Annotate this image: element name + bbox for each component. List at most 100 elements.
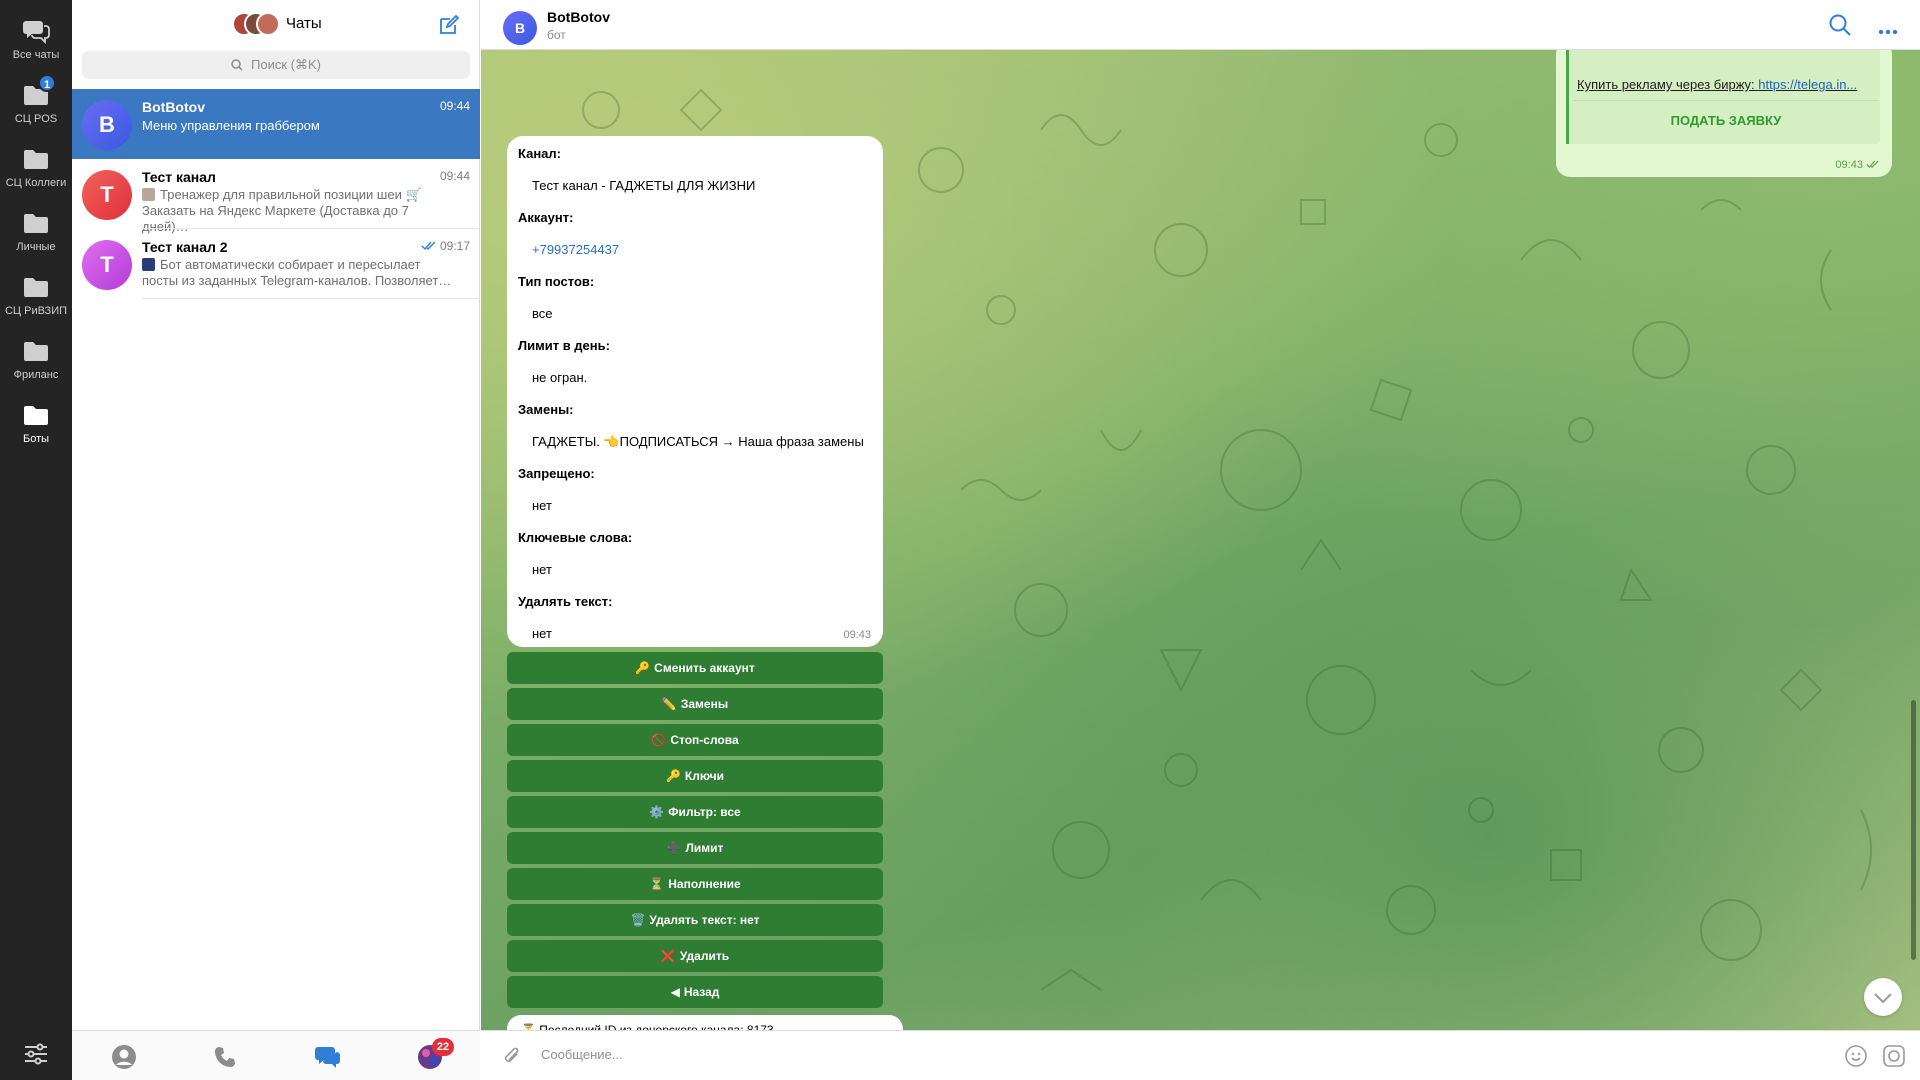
folder-settings-icon[interactable] [22,1040,50,1068]
folder-sc-rivzip[interactable]: СЦ РиВЗИП [0,274,72,334]
folder-label: Все чаты [12,49,60,61]
search-placeholder: Поиск (⌘K) [251,57,321,72]
field-value: Тест канал - ГАДЖЕТЫ ДЛЯ ЖИЗНИ [532,178,756,193]
folder-label: Фриланс [13,369,59,381]
more-icon[interactable] [1878,22,1898,35]
avatar: T [82,170,132,220]
field-label: Канал: [518,146,561,161]
chat-avatar[interactable]: B [503,11,537,45]
folder-label: Личные [16,241,56,253]
limit-button[interactable]: ➕ Лимит [507,832,883,864]
double-check-icon [421,241,436,251]
chat-preview-text: Бот автоматически собирает и пересылает … [142,257,452,288]
fill-button[interactable]: ⏳ Наполнение [507,868,883,900]
chat-time: 09:44 [439,99,470,113]
chat-row-test-channel-2[interactable]: T Тест канал 2 09:17 Бот автоматически с… [72,229,480,299]
story-avatar [256,12,280,36]
back-button[interactable]: ◀ Назад [507,976,883,1008]
back-arrow-icon: ◀ [670,985,680,999]
outgoing-message: Купить рекламу через биржу: https://tele… [1556,50,1892,177]
message-time-text: 09:43 [1835,159,1863,171]
folder-sc-pos[interactable]: 1 СЦ POS [0,74,72,142]
ad-text: Купить рекламу через биржу: https://tele… [1577,77,1875,92]
button-label: Ключи [684,769,725,783]
compose-icon[interactable] [438,14,460,36]
message-input[interactable]: Сообщение... [541,1047,623,1062]
prohibited-icon: 🚫 [651,733,667,747]
scrollbar[interactable] [1911,700,1916,960]
delete-text-button[interactable]: 🗑️ Удалять текст: нет [507,904,883,936]
field-value: нет [532,626,552,641]
button-label: Стоп-слова [670,733,739,747]
search-input[interactable]: Поиск (⌘K) [82,51,470,79]
video-message-icon[interactable] [1882,1044,1906,1068]
stop-words-button[interactable]: 🚫 Стоп-слова [507,724,883,756]
field-label: Аккаунт: [518,210,574,225]
chat-name: BotBotov [142,99,205,115]
field-value: ГАДЖЕТЫ. 👈ПОДПИСАТЬСЯ → Наша фраза замен… [532,434,864,449]
chat-name: Тест канал 2 [142,239,228,255]
chat-title[interactable]: BotBotov [547,9,610,25]
folder-label: СЦ Коллеги [5,177,67,189]
scroll-down-button[interactable] [1864,978,1902,1016]
stories-avatars[interactable] [232,12,280,36]
field-value: нет [532,498,552,513]
folder-all-chats[interactable]: Все чаты [0,18,72,78]
replacements-button[interactable]: ✏️ Замены [507,688,883,720]
search-icon[interactable] [1828,13,1852,37]
button-label: Замены [680,697,729,711]
folder-personal[interactable]: Личные [0,210,72,270]
field-label: Лимит в день: [518,338,610,353]
contacts-icon[interactable] [110,1044,138,1070]
unread-badge: 1 [38,74,56,92]
delete-button[interactable]: ❌ Удалить [507,940,883,972]
message-quote: Купить рекламу через биржу: https://tele… [1566,50,1880,144]
button-label: Фильтр: все [668,805,741,819]
folder-sc-colleagues[interactable]: СЦ Коллеги [0,146,72,206]
emoji-icon[interactable] [1844,1044,1868,1068]
media-thumbnail [142,258,155,271]
phone-icon[interactable] [212,1044,240,1070]
folder-freelance[interactable]: Фриланс [0,338,72,398]
chat-background: Купить рекламу через биржу: https://tele… [481,50,1920,1030]
chevron-down-icon [1874,993,1892,1004]
filter-button[interactable]: ⚙️ Фильтр: все [507,796,883,828]
unread-badge: 22 [432,1038,454,1056]
chat-list-title: Чаты [286,15,322,32]
incoming-message: Канал: Тест канал - ГАДЖЕТЫ ДЛЯ ЖИЗНИ Ак… [507,136,883,647]
chat-row-botbotov[interactable]: B BotBotov 09:44 Меню управления граббер… [72,89,480,159]
profile-tab-icon[interactable]: 22 [416,1038,454,1070]
chat-area: B BotBotov бот Купить рекламу через бирж… [481,0,1920,1080]
divider [142,298,480,299]
chat-time: 09:44 [439,169,470,183]
chat-status: бот [547,28,566,42]
ad-link[interactable]: https://telega.in... [1758,77,1857,92]
field-label: Тип постов: [518,274,595,289]
keys-button[interactable]: 🔑 Ключи [507,760,883,792]
button-label: Наполнение [668,877,741,891]
hourglass-icon: ⏳ [649,877,665,891]
gear-icon: ⚙️ [649,805,665,819]
field-label: Удалять текст: [518,594,613,609]
double-check-icon [1866,160,1879,169]
plus-icon: ➕ [666,841,682,855]
folder-label: Боты [22,433,50,445]
phone-link[interactable]: +79937254437 [532,242,619,257]
chat-preview: Бот автоматически собирает и пересылает … [142,257,458,289]
avatar: T [82,240,132,290]
attach-icon[interactable] [501,1045,523,1067]
folder-label: СЦ РиВЗИП [4,305,68,317]
trash-icon: 🗑️ [630,913,646,927]
folder-label: СЦ POS [14,113,58,125]
button-label: Удалять текст: нет [649,913,760,927]
chat-row-test-channel[interactable]: T Тест канал 09:44 Тренажер для правильн… [72,159,480,234]
chats-tab-icon[interactable] [314,1044,342,1070]
submit-request-button[interactable]: ПОДАТЬ ЗАЯВКУ [1573,100,1879,138]
message-time: 09:43 [1835,159,1880,171]
chat-preview: Меню управления граббером [142,118,320,133]
chat-list-header: Чаты [72,0,480,50]
change-account-button[interactable]: 🔑 Сменить аккаунт [507,652,883,684]
button-label: Сменить аккаунт [654,661,755,675]
bottom-tabs: 22 [72,1030,480,1080]
folder-bots[interactable]: Боты [0,402,72,462]
